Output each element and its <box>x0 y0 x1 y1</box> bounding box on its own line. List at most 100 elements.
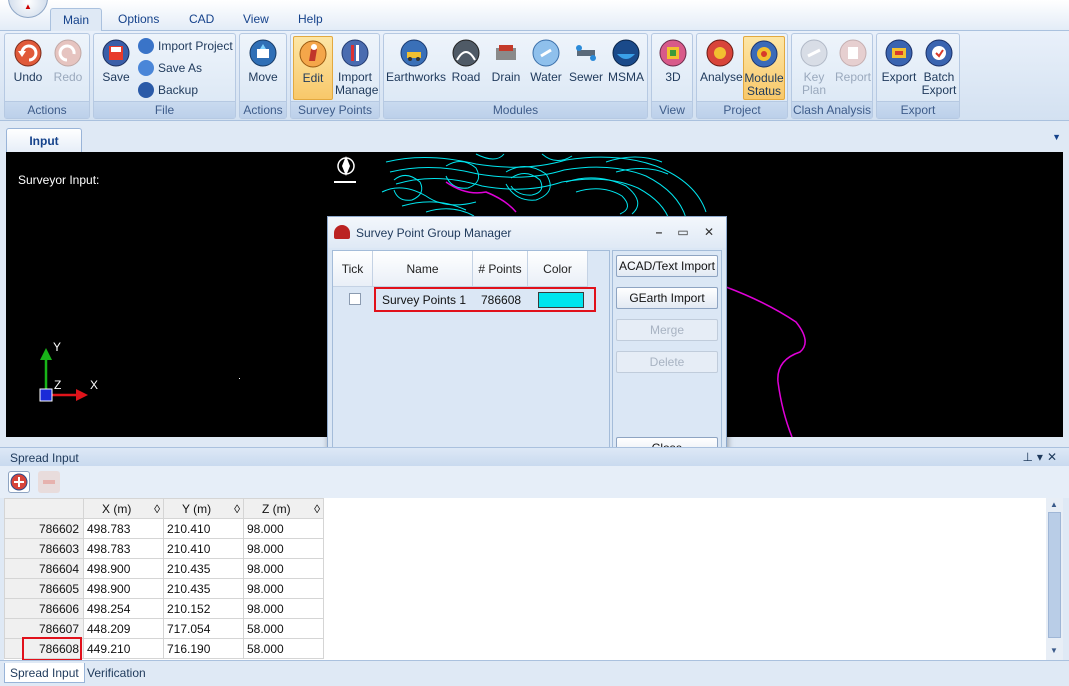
table-row[interactable]: 786607 448.209 717.054 58.000 <box>4 618 324 639</box>
scrollbar-thumb[interactable] <box>1048 512 1061 638</box>
row-tick-checkbox[interactable] <box>349 293 361 305</box>
batch-export-label-2: Export <box>921 83 957 97</box>
row-id-cell[interactable]: 786603 <box>4 538 84 559</box>
vertical-scrollbar[interactable]: ▲ ▼ <box>1046 498 1063 660</box>
table-row[interactable]: 786602 498.783 210.410 98.000 <box>4 518 324 539</box>
scroll-up-icon[interactable]: ▲ <box>1050 500 1058 509</box>
road-button[interactable]: Road <box>446 36 486 100</box>
x-cell[interactable]: 498.254 <box>83 598 164 619</box>
import-project-button[interactable]: Import Project <box>138 36 233 56</box>
dialog-titlebar[interactable]: Survey Point Group Manager – ▭ ✕ <box>328 217 726 248</box>
row-id-cell[interactable]: 786604 <box>4 558 84 579</box>
y-cell[interactable]: 210.410 <box>163 538 244 559</box>
gearth-import-button[interactable]: GEarth Import <box>616 287 718 309</box>
z-cell[interactable]: 98.000 <box>243 578 324 599</box>
row-id-cell[interactable]: 786605 <box>4 578 84 599</box>
table-row[interactable]: 786605 498.900 210.435 98.000 <box>4 578 324 599</box>
tab-input[interactable]: Input <box>6 128 82 152</box>
delete-button[interactable]: Delete <box>616 351 718 373</box>
y-cell[interactable]: 717.054 <box>163 618 244 639</box>
move-button[interactable]: Move <box>243 36 283 100</box>
analyse-label: Analyse <box>700 70 743 84</box>
x-cell[interactable]: 448.209 <box>83 618 164 639</box>
edit-button[interactable]: Edit <box>293 36 333 100</box>
tab-spread-input[interactable]: Spread Input <box>4 663 85 683</box>
sewer-button[interactable]: Sewer <box>566 36 606 100</box>
merge-button[interactable]: Merge <box>616 319 718 341</box>
column-header-name[interactable]: Name <box>373 251 473 287</box>
x-cell[interactable]: 449.210 <box>83 638 164 659</box>
y-cell[interactable]: 210.152 <box>163 598 244 619</box>
tab-help[interactable]: Help <box>286 8 335 31</box>
z-cell[interactable]: 58.000 <box>243 638 324 659</box>
close-icon[interactable]: ✕ <box>1047 450 1061 464</box>
remove-row-button[interactable] <box>38 471 60 493</box>
z-cell[interactable]: 98.000 <box>243 518 324 539</box>
row-id-cell[interactable]: 786606 <box>4 598 84 619</box>
tab-options[interactable]: Options <box>106 8 171 31</box>
undo-icon <box>13 38 43 68</box>
column-header-color[interactable]: Color <box>528 251 588 287</box>
row-id-cell[interactable]: 786607 <box>4 618 84 639</box>
column-header-y[interactable]: Y (m) ◊ <box>163 498 244 519</box>
z-cell[interactable]: 58.000 <box>243 618 324 639</box>
redo-button[interactable]: Redo <box>48 36 88 100</box>
chevron-down-icon[interactable]: ▼ <box>1052 132 1061 142</box>
earthworks-button[interactable]: Earthworks <box>386 36 446 100</box>
tab-verification[interactable]: Verification <box>82 663 151 683</box>
maximize-icon[interactable]: ▭ <box>676 225 690 239</box>
batch-export-button[interactable]: Batch Export <box>919 36 959 100</box>
tab-main[interactable]: Main <box>50 8 103 31</box>
column-header-tick[interactable]: Tick <box>333 251 373 287</box>
y-cell[interactable]: 210.435 <box>163 578 244 599</box>
undo-button[interactable]: Undo <box>8 36 48 100</box>
tab-cad[interactable]: CAD <box>177 8 226 31</box>
table-row[interactable]: 786604 498.900 210.435 98.000 <box>4 558 324 579</box>
x-cell[interactable]: 498.900 <box>83 578 164 599</box>
chevron-down-icon[interactable]: ▾ <box>1037 450 1047 464</box>
add-row-button[interactable] <box>8 471 30 493</box>
export-button[interactable]: Export <box>879 36 919 100</box>
import-manage-button[interactable]: Import Manage <box>335 36 379 100</box>
table-row[interactable]: 786603 498.783 210.410 98.000 <box>4 538 324 559</box>
scroll-down-icon[interactable]: ▼ <box>1050 646 1058 655</box>
save-as-button[interactable]: Save As <box>138 58 202 78</box>
z-cell[interactable]: 98.000 <box>243 558 324 579</box>
move-label: Move <box>248 70 278 84</box>
key-plan-button[interactable]: Key Plan <box>794 36 834 100</box>
drain-button[interactable]: Drain <box>486 36 526 100</box>
pin-icon[interactable]: ⊥ <box>1022 450 1036 464</box>
y-cell[interactable]: 210.435 <box>163 558 244 579</box>
z-cell[interactable]: 98.000 <box>243 598 324 619</box>
save-button[interactable]: Save <box>96 36 136 100</box>
x-cell[interactable]: 498.783 <box>83 518 164 539</box>
acad-text-import-button[interactable]: ACAD/Text Import <box>616 255 718 277</box>
module-status-button[interactable]: Module Status <box>743 36 785 100</box>
water-button[interactable]: Water <box>526 36 566 100</box>
import-manage-label-2: Manage <box>335 83 379 97</box>
y-cell[interactable]: 210.410 <box>163 518 244 539</box>
axis-y-label: Y <box>53 340 61 354</box>
close-icon[interactable]: ✕ <box>702 225 716 239</box>
column-header-x[interactable]: X (m) ◊ <box>83 498 164 519</box>
x-cell[interactable]: 498.900 <box>83 558 164 579</box>
x-cell[interactable]: 498.783 <box>83 538 164 559</box>
spread-grid[interactable]: X (m) ◊ Y (m) ◊ Z (m) ◊ 786602 498.783 210.41… <box>4 498 1046 660</box>
tab-view[interactable]: View <box>231 8 281 31</box>
table-row[interactable]: 786606 498.254 210.152 98.000 <box>4 598 324 619</box>
minimize-icon[interactable]: – <box>652 225 666 239</box>
column-header-z[interactable]: Z (m) ◊ <box>243 498 324 519</box>
z-cell[interactable]: 98.000 <box>243 538 324 559</box>
app-logo[interactable]: ▲ <box>8 0 48 18</box>
report-button[interactable]: Report <box>833 36 873 100</box>
3d-button[interactable]: 3D <box>653 36 693 100</box>
app-logo-icon <box>334 225 350 239</box>
report-label: Report <box>834 70 872 84</box>
analyse-button[interactable]: Analyse <box>700 36 743 100</box>
msma-button[interactable]: MSMA <box>606 36 646 100</box>
panel-controls[interactable]: ⊥▾✕ <box>1022 450 1061 464</box>
backup-button[interactable]: Backup <box>138 80 198 100</box>
row-id-cell[interactable]: 786602 <box>4 518 84 539</box>
y-cell[interactable]: 716.190 <box>163 638 244 659</box>
column-header-points[interactable]: # Points <box>473 251 528 287</box>
